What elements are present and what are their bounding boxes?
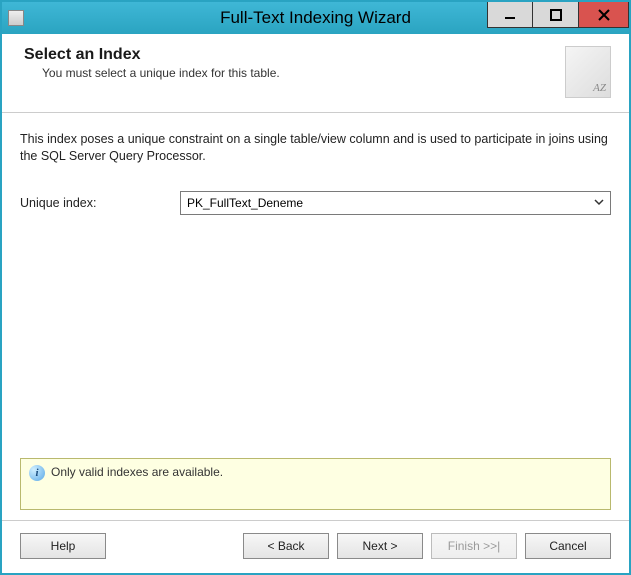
- wizard-window: Full-Text Indexing Wizard Select an Inde…: [0, 0, 631, 575]
- unique-index-value: PK_FullText_Deneme: [187, 196, 303, 210]
- info-text: Only valid indexes are available.: [51, 465, 223, 479]
- minimize-button[interactable]: [487, 2, 533, 28]
- wizard-graphic: AZ: [565, 46, 611, 98]
- close-button[interactable]: [579, 2, 629, 28]
- app-icon: [8, 10, 24, 26]
- help-button[interactable]: Help: [20, 533, 106, 559]
- cancel-button[interactable]: Cancel: [525, 533, 611, 559]
- maximize-icon: [550, 9, 562, 21]
- wizard-header-text: Select an Index You must select a unique…: [24, 46, 555, 80]
- unique-index-combo[interactable]: PK_FullText_Deneme: [180, 191, 611, 215]
- next-button[interactable]: Next >: [337, 533, 423, 559]
- wizard-graphic-label: AZ: [593, 82, 606, 94]
- page-subtitle: You must select a unique index for this …: [42, 66, 555, 80]
- back-button[interactable]: < Back: [243, 533, 329, 559]
- description-text: This index poses a unique constraint on …: [20, 131, 611, 165]
- minimize-icon: [504, 9, 516, 21]
- wizard-footer: Help < Back Next > Finish >>| Cancel: [2, 520, 629, 573]
- wizard-header: Select an Index You must select a unique…: [2, 34, 629, 113]
- wizard-body: This index poses a unique constraint on …: [2, 113, 629, 520]
- page-title: Select an Index: [24, 46, 555, 64]
- maximize-button[interactable]: [533, 2, 579, 28]
- unique-index-label: Unique index:: [20, 196, 180, 210]
- close-icon: [598, 9, 610, 21]
- info-panel: i Only valid indexes are available.: [20, 458, 611, 510]
- window-controls: [487, 2, 629, 34]
- titlebar: Full-Text Indexing Wizard: [2, 2, 629, 34]
- finish-button: Finish >>|: [431, 533, 517, 559]
- chevron-down-icon: [594, 196, 604, 210]
- unique-index-row: Unique index: PK_FullText_Deneme: [20, 191, 611, 215]
- info-icon: i: [29, 465, 45, 481]
- body-spacer: [20, 225, 611, 458]
